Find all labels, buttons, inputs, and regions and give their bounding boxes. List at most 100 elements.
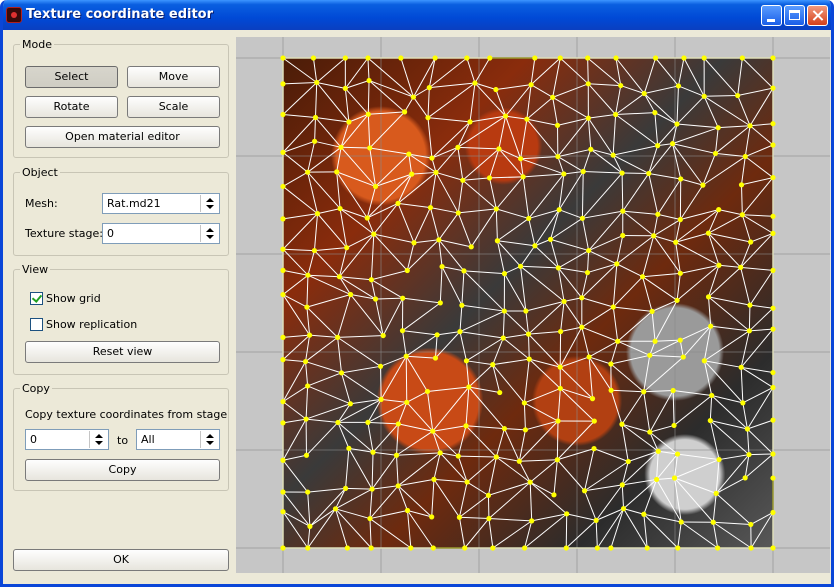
- uv-vertex: [404, 507, 411, 514]
- mesh-edge: [489, 176, 524, 179]
- mesh-spinner[interactable]: [200, 195, 218, 212]
- copy-from-spinner[interactable]: [89, 431, 107, 448]
- mesh-edge: [672, 127, 719, 145]
- mesh-edge: [465, 425, 497, 458]
- texture-stage-spinner[interactable]: [200, 225, 218, 242]
- mesh-edge: [495, 176, 524, 210]
- mesh-edge: [367, 57, 414, 98]
- texture-stage-select[interactable]: 0: [102, 223, 220, 244]
- uv-vertex: [411, 240, 417, 246]
- uv-vertex: [671, 422, 677, 429]
- uv-vertex: [463, 358, 470, 364]
- select-button[interactable]: Select: [25, 66, 118, 88]
- rotate-button[interactable]: Rotate: [25, 96, 118, 118]
- uv-vertex: [652, 338, 658, 344]
- mesh-edge: [406, 391, 428, 403]
- spin-up-icon[interactable]: [95, 434, 103, 438]
- app-icon[interactable]: [6, 7, 22, 23]
- minimize-icon[interactable]: [761, 5, 782, 26]
- uv-vertex: [655, 448, 661, 454]
- uv-vertex: [748, 239, 754, 245]
- uv-vertex: [585, 81, 591, 87]
- mesh-edge: [496, 208, 529, 219]
- copy-from-stage-select[interactable]: 0: [25, 429, 109, 450]
- uv-vertex: [280, 267, 286, 273]
- mesh-edge: [370, 279, 377, 300]
- close-icon[interactable]: [807, 5, 828, 26]
- mesh-edge: [712, 522, 719, 549]
- spin-down-icon[interactable]: [206, 205, 214, 209]
- mesh-edge: [368, 111, 405, 115]
- mesh-edge: [337, 335, 384, 338]
- uv-vertex: [557, 55, 563, 61]
- mesh-edge: [495, 208, 498, 241]
- mesh-edge: [643, 389, 674, 393]
- mesh-edge: [710, 420, 748, 430]
- mesh-edge: [557, 388, 561, 422]
- mesh-edge: [613, 145, 658, 156]
- uv-vertex: [529, 518, 535, 524]
- mesh-edge: [615, 93, 645, 115]
- mesh-edge: [337, 422, 374, 453]
- uv-vertex: [555, 153, 561, 160]
- uv-vertex: [613, 55, 619, 61]
- spin-up-icon[interactable]: [206, 434, 214, 438]
- uv-vertex: [490, 362, 496, 368]
- spin-up-icon[interactable]: [206, 198, 214, 202]
- uv-vertex: [770, 451, 776, 457]
- copy-to-spinner[interactable]: [200, 431, 218, 448]
- mesh-edge: [470, 208, 497, 248]
- uv-vertex: [493, 454, 499, 460]
- mesh-edge: [367, 202, 399, 219]
- mesh-edge: [495, 89, 507, 117]
- uv-vertex: [280, 216, 286, 222]
- mesh-edge: [520, 245, 536, 267]
- uv-vertex: [496, 146, 502, 152]
- move-button[interactable]: Move: [127, 66, 220, 88]
- copy-to-stage-select[interactable]: All: [136, 429, 220, 450]
- mesh-edge: [344, 88, 350, 123]
- uv-vertex: [639, 274, 646, 280]
- maximize-icon[interactable]: [784, 5, 805, 26]
- ok-button[interactable]: OK: [13, 549, 229, 571]
- mesh-edge: [559, 57, 589, 85]
- mesh-edge: [367, 422, 374, 453]
- show-replication-checkbox[interactable]: [30, 318, 43, 331]
- uv-vertex: [747, 302, 753, 308]
- uv-vertex: [561, 298, 567, 305]
- mesh-edge: [307, 492, 311, 527]
- uv-vertex: [586, 354, 592, 360]
- mesh-edge: [492, 358, 530, 366]
- uv-viewport[interactable]: [236, 37, 830, 573]
- mesh-edge: [740, 266, 774, 271]
- mesh-edge: [673, 395, 713, 426]
- spin-down-icon[interactable]: [206, 235, 214, 239]
- spin-up-icon[interactable]: [206, 228, 214, 232]
- open-material-editor-button[interactable]: Open material editor: [25, 126, 220, 148]
- uv-vertex: [464, 55, 470, 61]
- mesh-edge: [616, 263, 643, 278]
- uv-vertex: [738, 182, 745, 188]
- mesh-edge: [375, 297, 403, 300]
- copy-button[interactable]: Copy: [25, 459, 220, 481]
- mesh-edge: [372, 485, 399, 490]
- mesh-edge: [676, 95, 705, 125]
- show-grid-checkbox[interactable]: [30, 292, 43, 305]
- mesh-edge: [367, 80, 370, 115]
- uv-vertex: [614, 261, 620, 267]
- spin-down-icon[interactable]: [95, 441, 103, 445]
- mesh-select[interactable]: Rat.md21: [102, 193, 220, 214]
- uv-overlay[interactable]: [236, 37, 830, 573]
- mesh-edge: [441, 266, 463, 306]
- mesh-edge: [341, 146, 370, 149]
- mesh-edge: [488, 518, 494, 549]
- mesh-edge: [314, 247, 347, 252]
- mesh-edge: [750, 123, 774, 127]
- reset-view-button[interactable]: Reset view: [25, 341, 220, 363]
- uv-vertex: [579, 215, 586, 221]
- title-bar[interactable]: Texture coordinate editor: [3, 0, 831, 30]
- mesh-edge: [583, 171, 623, 174]
- mesh-edge: [558, 171, 584, 210]
- spin-down-icon[interactable]: [206, 441, 214, 445]
- scale-button[interactable]: Scale: [127, 96, 220, 118]
